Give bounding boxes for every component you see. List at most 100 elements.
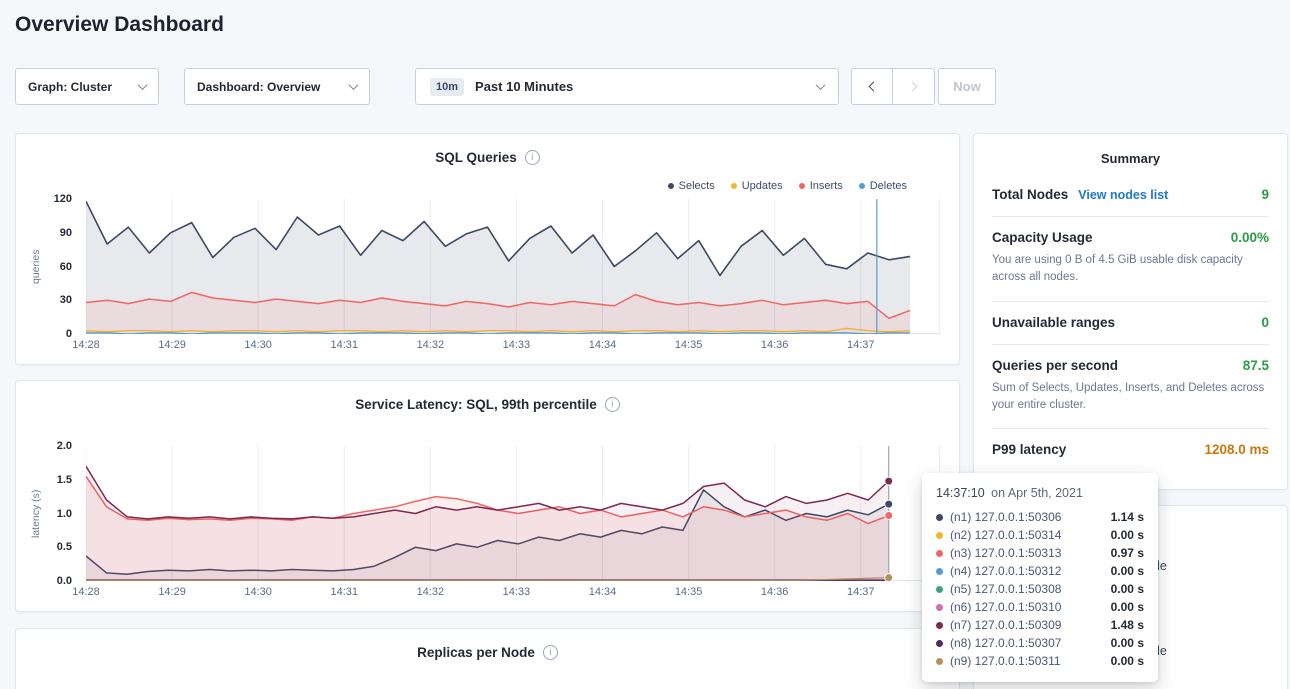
summary-row: Unavailable ranges 0: [992, 302, 1269, 345]
info-icon[interactable]: [525, 150, 540, 165]
summary-rows: Total Nodes View nodes list 9 Capacity Usag…: [974, 174, 1287, 471]
sql-queries-chart-panel: SQL Queries Selects Updates Inserts Deletes…: [15, 133, 960, 365]
overview-dashboard-page: Overview Dashboard Graph: Cluster Dashbo…: [0, 0, 1290, 689]
tooltip-row: (n2) 127.0.0.1:503140.00 s: [936, 526, 1144, 544]
tooltip-row: (n8) 127.0.0.1:503070.00 s: [936, 634, 1144, 652]
summary-row-value: 0: [1261, 315, 1269, 330]
tooltip-node-value: 0.00 s: [1111, 600, 1144, 614]
node-color-dot-icon: [936, 622, 943, 629]
x-tick-label: 14:32: [417, 339, 445, 351]
legend-dot-icon: [799, 183, 805, 189]
page-title: Overview Dashboard: [15, 13, 224, 37]
tooltip-node-value: 0.97 s: [1111, 546, 1144, 560]
x-axis-labels: 14:2814:2914:3014:3114:3214:3314:3414:35…: [86, 339, 940, 355]
now-button[interactable]: Now: [938, 68, 996, 105]
summary-row-value: 0.00%: [1231, 230, 1269, 245]
summary-row-description: Sum of Selects, Updates, Inserts, and De…: [992, 380, 1269, 415]
chart-title-row: Replicas per Node: [16, 645, 959, 660]
x-tick-label: 14:28: [72, 586, 100, 598]
x-tick-label: 14:32: [417, 586, 445, 598]
y-tick-label: 0.5: [57, 541, 72, 553]
summary-title: Summary: [974, 134, 1287, 174]
tooltip-node-label: (n6) 127.0.0.1:50310: [950, 600, 1111, 614]
summary-panel: Summary Total Nodes View nodes list 9 Capac…: [973, 133, 1288, 490]
legend-label: Deletes: [870, 180, 907, 192]
chart-title: Replicas per Node: [417, 645, 535, 660]
x-axis-labels: 14:2814:2914:3014:3114:3214:3314:3414:35…: [86, 586, 940, 602]
chevron-down-icon: [816, 80, 826, 90]
node-color-dot-icon: [936, 658, 943, 665]
info-icon[interactable]: [605, 397, 620, 412]
chart-title-row: Service Latency: SQL, 99th percentile: [16, 397, 959, 412]
y-tick-label: 120: [54, 193, 72, 205]
replicas-per-node-chart-panel: Replicas per Node: [15, 628, 960, 689]
y-tick-label: 60: [60, 261, 72, 273]
node-color-dot-icon: [936, 514, 943, 521]
summary-row: Capacity Usage0.00%You are using 0 B of …: [992, 217, 1269, 302]
x-tick-label: 14:35: [675, 586, 703, 598]
node-color-dot-icon: [936, 640, 943, 647]
summary-row: P99 latency1208.0 ms: [992, 429, 1269, 471]
legend-item-deletes[interactable]: Deletes: [859, 180, 907, 192]
time-range-dropdown[interactable]: 10m Past 10 Minutes: [415, 68, 839, 105]
y-tick-label: 30: [60, 294, 72, 306]
tooltip-node-value: 0.00 s: [1111, 528, 1144, 542]
legend-dot-icon: [859, 183, 865, 189]
y-tick-label: 2.0: [57, 440, 72, 452]
tooltip-row: (n5) 127.0.0.1:503080.00 s: [936, 580, 1144, 598]
tooltip-node-label: (n9) 127.0.0.1:50311: [950, 654, 1111, 668]
chart-title-row: SQL Queries: [16, 150, 959, 165]
x-tick-label: 14:31: [330, 339, 358, 351]
y-tick-label: 0.0: [57, 575, 72, 587]
dashboard-dropdown[interactable]: Dashboard: Overview: [184, 68, 370, 105]
x-tick-label: 14:33: [503, 586, 531, 598]
tooltip-row: (n7) 127.0.0.1:503091.48 s: [936, 616, 1144, 634]
chevron-down-icon: [138, 80, 148, 90]
dashboard-dropdown-label: Dashboard: Overview: [197, 80, 320, 94]
x-tick-label: 14:31: [330, 586, 358, 598]
time-back-button[interactable]: [851, 68, 893, 105]
latency-hover-tooltip: 14:37:10 on Apr 5th, 2021 (n1) 127.0.0.1…: [922, 473, 1158, 682]
y-tick-label: 0: [66, 328, 72, 340]
legend-label: Updates: [742, 180, 783, 192]
time-range-badge: 10m: [430, 78, 464, 96]
x-tick-label: 14:36: [761, 339, 789, 351]
tooltip-node-value: 0.00 s: [1111, 654, 1144, 668]
graph-dropdown[interactable]: Graph: Cluster: [15, 68, 159, 105]
time-forward-button[interactable]: [893, 68, 935, 105]
service-latency-plot[interactable]: [86, 446, 940, 581]
summary-row-label: Unavailable ranges: [992, 315, 1115, 330]
legend-label: Inserts: [810, 180, 843, 192]
tooltip-row: (n1) 127.0.0.1:503061.14 s: [936, 508, 1144, 526]
legend-item-inserts[interactable]: Inserts: [799, 180, 843, 192]
chevron-right-icon: [908, 82, 918, 92]
tooltip-node-value: 0.00 s: [1111, 636, 1144, 650]
summary-row: Queries per second87.5Sum of Selects, Up…: [992, 345, 1269, 430]
tooltip-node-label: (n7) 127.0.0.1:50309: [950, 618, 1111, 632]
summary-row-description: You are using 0 B of 4.5 GiB usable disk…: [992, 252, 1269, 287]
tooltip-row: (n4) 127.0.0.1:503120.00 s: [936, 562, 1144, 580]
view-nodes-list-link[interactable]: View nodes list: [1078, 188, 1251, 202]
sql-queries-plot[interactable]: [86, 199, 940, 334]
x-tick-label: 14:30: [244, 586, 272, 598]
x-tick-label: 14:35: [675, 339, 703, 351]
node-color-dot-icon: [936, 568, 943, 575]
summary-row-value: 87.5: [1243, 358, 1269, 373]
summary-row-value: 9: [1261, 187, 1269, 202]
tooltip-row: (n6) 127.0.0.1:503100.00 s: [936, 598, 1144, 616]
x-tick-label: 14:29: [158, 339, 186, 351]
chevron-left-icon: [868, 82, 878, 92]
chart-title: Service Latency: SQL, 99th percentile: [355, 397, 597, 412]
x-tick-label: 14:37: [847, 339, 875, 351]
node-color-dot-icon: [936, 604, 943, 611]
info-icon[interactable]: [543, 645, 558, 660]
sql-legend: Selects Updates Inserts Deletes: [668, 180, 907, 192]
legend-item-updates[interactable]: Updates: [731, 180, 783, 192]
y-axis-labels: 0.00.51.01.52.0: [38, 446, 80, 581]
x-tick-label: 14:34: [589, 339, 617, 351]
tooltip-time: 14:37:10: [936, 486, 985, 500]
summary-row-label: Total Nodes: [992, 187, 1068, 202]
legend-dot-icon: [668, 183, 674, 189]
graph-dropdown-label: Graph: Cluster: [28, 80, 112, 94]
legend-item-selects[interactable]: Selects: [668, 180, 715, 192]
